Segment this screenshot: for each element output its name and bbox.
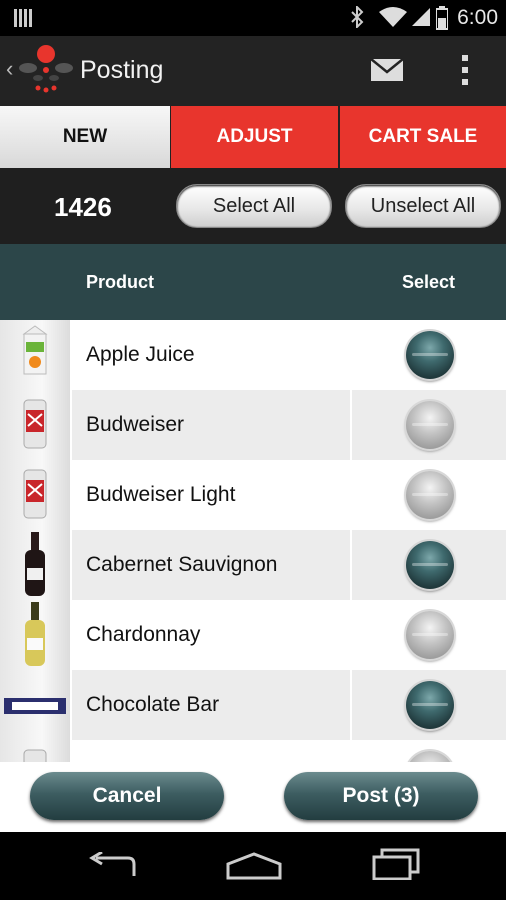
product-name: Cabernet Sauvignon <box>86 553 278 576</box>
unselect-all-button[interactable]: Unselect All <box>345 184 501 228</box>
select-radio[interactable] <box>406 541 454 589</box>
app-logo-icon[interactable] <box>18 44 74 98</box>
column-header-select: Select <box>402 272 456 292</box>
clock: 6:00 <box>457 6 498 29</box>
footer-actions: Cancel Post (3) <box>0 762 506 832</box>
product-name: Chocolate Bar <box>86 693 220 716</box>
table-row[interactable]: Apple Juice <box>0 320 506 390</box>
red-wine-bottle-thumbnail <box>0 530 70 600</box>
item-count: 1426 <box>54 192 112 222</box>
table-row[interactable]: Chardonnay <box>0 600 506 670</box>
tab-cart-sale[interactable]: CART SALE <box>340 106 506 168</box>
select-radio[interactable] <box>406 471 454 519</box>
post-button[interactable]: Post (3) <box>284 772 478 820</box>
table-header: Product Select <box>0 244 506 320</box>
product-name: Budweiser Light <box>86 483 236 506</box>
table-row[interactable]: Budweiser Light <box>0 460 506 530</box>
product-name: Chardonnay <box>86 623 201 646</box>
wifi-icon <box>378 6 408 33</box>
battery-icon <box>435 6 449 35</box>
tab-new[interactable]: NEW <box>0 106 170 168</box>
overflow-menu-icon[interactable] <box>460 54 470 91</box>
back-icon[interactable] <box>88 850 138 885</box>
select-radio[interactable] <box>406 611 454 659</box>
beer-can-thumbnail <box>0 460 70 530</box>
juice-carton-thumbnail <box>0 320 70 390</box>
recents-icon[interactable] <box>372 848 420 885</box>
product-list[interactable]: Apple Juice Budweiser Budweiser Light Ca… <box>0 320 506 762</box>
signal-bars-icon <box>14 9 34 32</box>
product-name: Budweiser <box>86 413 185 436</box>
select-radio[interactable] <box>406 401 454 449</box>
select-radio[interactable] <box>406 681 454 729</box>
action-bar: ‹ Posting <box>0 36 506 106</box>
beer-can-thumbnail <box>0 390 70 460</box>
table-row[interactable]: Chocolate Bar <box>0 670 506 740</box>
select-radio[interactable] <box>406 751 454 762</box>
table-row[interactable]: Cabernet Sauvignon <box>0 530 506 600</box>
bluetooth-icon <box>350 4 364 33</box>
cancel-button[interactable]: Cancel <box>30 772 224 820</box>
tab-bar: NEW ADJUST CART SALE <box>0 106 506 168</box>
status-bar: 6:00 <box>0 0 506 36</box>
mail-icon[interactable] <box>370 58 404 87</box>
cell-signal-icon <box>410 6 432 33</box>
product-name: Apple Juice <box>86 343 195 366</box>
white-wine-bottle-thumbnail <box>0 600 70 670</box>
screen-title: Posting <box>80 56 164 84</box>
candy-bar-thumbnail <box>0 670 70 740</box>
home-icon[interactable] <box>226 852 282 885</box>
column-header-product: Product <box>86 272 155 292</box>
select-all-button[interactable]: Select All <box>176 184 332 228</box>
system-nav-bar <box>0 832 506 900</box>
table-row[interactable] <box>0 740 506 762</box>
selection-bar: 1426 Select All Unselect All <box>0 168 506 244</box>
tab-adjust[interactable]: ADJUST <box>171 106 338 168</box>
back-chevron-icon[interactable]: ‹ <box>6 56 13 82</box>
select-radio[interactable] <box>406 331 454 379</box>
table-row[interactable]: Budweiser <box>0 390 506 460</box>
beer-can-thumbnail <box>0 740 70 762</box>
